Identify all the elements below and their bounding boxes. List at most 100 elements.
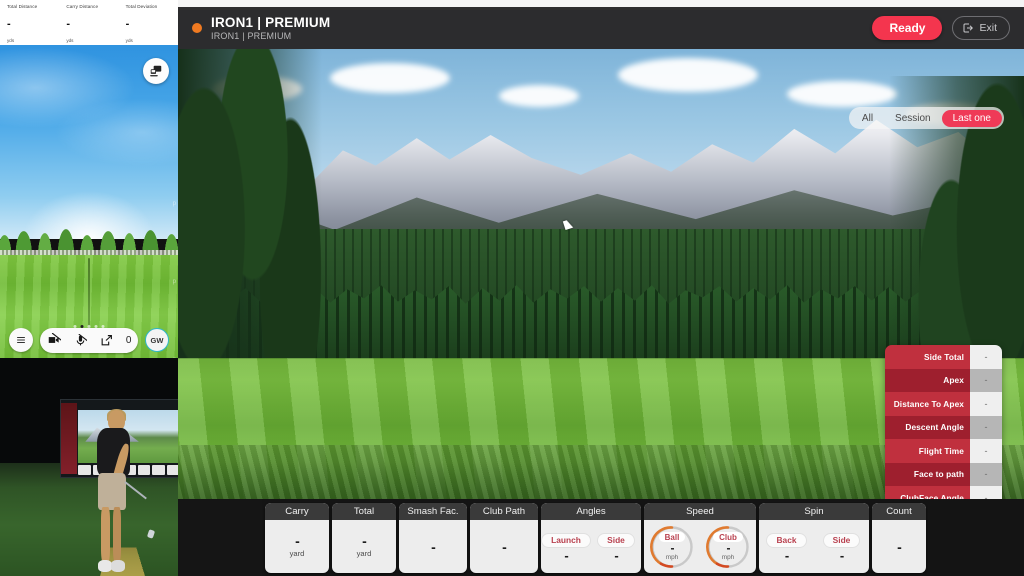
cloud <box>499 85 580 107</box>
metric-card-spin[interactable]: Spin Back - Side - <box>759 503 869 573</box>
distance-cell-deviation: Total Deviation - yds <box>119 3 178 45</box>
filter-session[interactable]: Session <box>884 110 942 127</box>
table-row: Descent Angle - <box>885 415 1002 439</box>
exit-button-label: Exit <box>979 22 997 34</box>
metric-sub-side-spin: Side - <box>814 533 869 563</box>
ready-button[interactable]: Ready <box>872 16 943 40</box>
edge-text-line: g <box>173 321 176 358</box>
stat-label: Descent Angle <box>885 415 970 439</box>
stat-value: - <box>970 415 1002 439</box>
gauge-content: Ball - mph <box>654 529 690 565</box>
table-row: Face to path - <box>885 462 1002 486</box>
camera-off-icon[interactable] <box>47 333 61 347</box>
sub-metric-label: Side <box>823 533 860 547</box>
sub-metric-label: Side <box>598 533 634 547</box>
avatar[interactable]: GW <box>145 328 169 352</box>
metric-card-total[interactable]: Total - yard <box>332 503 396 573</box>
page-title: IRON1 | PREMIUM <box>211 14 331 30</box>
golfer-shorts <box>97 473 127 511</box>
metric-title: Count <box>872 503 926 520</box>
metric-card-speed[interactable]: Speed Ball - mph Club - mph <box>644 503 756 573</box>
stat-value: - <box>970 486 1002 499</box>
metric-body: - yard <box>332 520 396 573</box>
distance-unit: yds <box>125 38 133 43</box>
filter-last-one[interactable]: Last one <box>941 109 1002 127</box>
cloud <box>617 58 758 92</box>
microphone-off-icon[interactable] <box>74 333 87 347</box>
table-row: Apex - <box>885 368 1002 392</box>
metric-sub-launch: Launch - <box>541 533 591 563</box>
metric-body: - <box>872 520 926 573</box>
metric-body: Back - Side - <box>759 520 869 573</box>
course-3d-view[interactable]: All Session Last one Side Total - Apex -… <box>178 49 1024 499</box>
metric-body: Launch - Side - <box>541 520 641 573</box>
hamburger-menu-icon[interactable] <box>9 328 33 352</box>
sub-metric-unit: mph <box>721 554 735 561</box>
bay-stat-cell <box>167 464 178 476</box>
app-header: IRON1 | PREMIUM IRON1 | PREMIUM Ready Ex… <box>178 7 1024 49</box>
main-panel: IRON1 | PREMIUM IRON1 | PREMIUM Ready Ex… <box>178 0 1024 576</box>
metric-value: - <box>897 538 902 555</box>
sub-metric-unit: mph <box>665 554 679 561</box>
metric-body: - yard <box>265 520 329 573</box>
flight-stats-card: Side Total - Apex - Distance To Apex - D… <box>885 345 1002 499</box>
distance-cell-total: Total Distance - yds <box>0 3 59 45</box>
metric-title: Total <box>332 503 396 520</box>
metric-card-count[interactable]: Count - <box>872 503 926 573</box>
edge-text-line: p <box>172 279 176 285</box>
exit-button[interactable]: Exit <box>952 16 1010 40</box>
metric-sub-back-spin: Back - <box>759 533 814 562</box>
distance-value: - <box>125 18 130 30</box>
metric-title: Speed <box>644 503 756 520</box>
club-speed-gauge: Club - mph <box>705 524 751 570</box>
ball-speed-gauge: Ball - mph <box>649 524 695 570</box>
distance-label: Total Deviation <box>125 4 158 9</box>
share-screen-icon[interactable] <box>100 334 113 347</box>
bay-stat-cell <box>152 464 166 476</box>
page-subtitle: IRON1 | PREMIUM <box>211 30 292 41</box>
metric-body: Ball - mph Club - mph <box>644 520 756 573</box>
metric-card-smash-factor[interactable]: Smash Fac. - <box>399 503 467 573</box>
gauge-content: Club - mph <box>710 529 746 565</box>
distance-label: Carry Distance <box>66 4 99 9</box>
metric-sub-ball-speed: Ball - mph <box>644 524 700 570</box>
stat-value: - <box>970 462 1002 486</box>
metric-card-club-path[interactable]: Club Path - <box>470 503 538 573</box>
table-row: ClubFace Angle - <box>885 486 1002 499</box>
top-white-strip <box>178 0 1024 7</box>
sub-metric-value: - <box>726 541 731 555</box>
screen-cast-icon[interactable] <box>143 58 169 84</box>
metric-value: - <box>362 533 367 549</box>
golfer-shoe <box>98 560 113 572</box>
simulator-bay-webcam[interactable] <box>0 358 178 576</box>
golfer-shoe <box>111 560 126 572</box>
filter-all[interactable]: All <box>851 110 884 127</box>
exit-door-icon <box>963 23 974 33</box>
metric-sub-side: Side - <box>591 533 641 562</box>
participant-count: 0 <box>125 334 132 346</box>
metric-value: - <box>502 538 507 555</box>
metric-title: Smash Fac. <box>399 503 467 520</box>
distance-value: - <box>7 18 11 30</box>
distance-unit: yds <box>66 38 74 43</box>
mini-range-view: 0 GW p p g <box>0 45 178 358</box>
mini-view-toolbar: 0 GW <box>0 325 178 355</box>
metric-body: - <box>470 520 538 573</box>
shot-filter-group[interactable]: All Session Last one <box>848 107 1004 129</box>
edge-text-line: p <box>172 201 176 207</box>
metric-card-angles[interactable]: Angles Launch - Side - <box>541 503 641 573</box>
sub-metric-value: - <box>839 547 844 563</box>
sub-metric-value: - <box>564 547 568 563</box>
cloud <box>330 62 451 93</box>
metric-title: Spin <box>759 503 869 520</box>
metric-card-carry[interactable]: Carry - yard <box>265 503 329 573</box>
mini-target-line <box>88 257 90 333</box>
distance-cell-carry: Carry Distance - yds <box>59 3 118 45</box>
stat-label: Face to path <box>885 462 970 486</box>
stat-label: Side Total <box>885 345 970 369</box>
metric-title: Carry <box>265 503 329 520</box>
metric-unit: yard <box>356 549 372 558</box>
stat-value: - <box>970 345 1002 369</box>
stat-label: Apex <box>885 368 970 392</box>
distance-unit: yds <box>7 38 15 43</box>
